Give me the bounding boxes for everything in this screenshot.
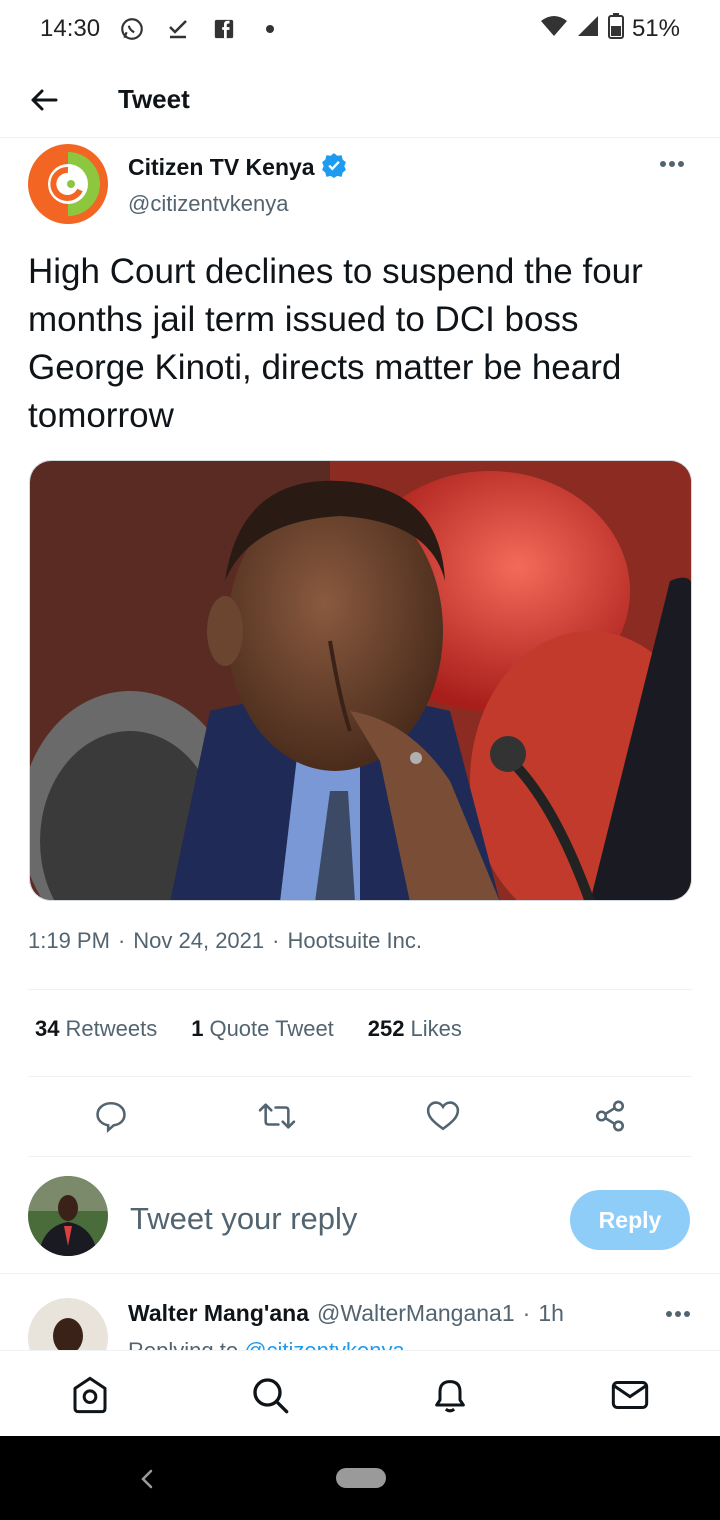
back-button[interactable] bbox=[14, 70, 74, 130]
retweet-action-button[interactable] bbox=[257, 1096, 297, 1136]
tweet-more-button[interactable] bbox=[652, 152, 692, 176]
user-avatar[interactable] bbox=[28, 1176, 108, 1256]
reply-action-button[interactable] bbox=[91, 1096, 131, 1136]
check-download-icon bbox=[164, 15, 192, 43]
reply-button[interactable]: Reply bbox=[570, 1190, 690, 1250]
retweets-stat[interactable]: 34 Retweets bbox=[35, 1016, 157, 1042]
stat-count: 252 bbox=[367, 1016, 405, 1041]
reply-bubble-icon bbox=[96, 1101, 126, 1133]
divider bbox=[28, 1156, 692, 1157]
author-name[interactable]: Citizen TV Kenya bbox=[128, 154, 315, 181]
more-dots-icon bbox=[666, 1311, 690, 1317]
nav-messages[interactable] bbox=[608, 1373, 652, 1417]
replying-to-context: Replying to @citizentvkenya bbox=[128, 1338, 405, 1350]
reply-composer: Reply bbox=[0, 1174, 720, 1274]
tweet-actions bbox=[0, 1096, 720, 1136]
tweet-time: 1:19 PM bbox=[28, 928, 110, 953]
reply-list-item[interactable]: Walter Mang'ana @WalterManganа1 · 1h Rep… bbox=[0, 1278, 720, 1350]
tweet-stats: 34 Retweets 1 Quote Tweet 252 Likes bbox=[35, 1016, 462, 1042]
replying-to-link[interactable]: @citizentvkenya bbox=[244, 1338, 405, 1350]
system-nav-bar bbox=[0, 1436, 720, 1520]
nav-search[interactable] bbox=[248, 1373, 292, 1417]
replying-to-label: Replying to bbox=[128, 1338, 238, 1350]
retweet-icon bbox=[258, 1103, 296, 1129]
reply-item-header: Walter Mang'ana @WalterManganа1 · 1h bbox=[128, 1300, 564, 1327]
mail-icon bbox=[611, 1381, 649, 1409]
home-icon bbox=[73, 1376, 107, 1414]
app-header: Tweet bbox=[0, 62, 720, 138]
reply-author-avatar[interactable] bbox=[28, 1298, 108, 1350]
stat-count: 1 bbox=[191, 1016, 204, 1041]
reply-author-handle[interactable]: @WalterManganа1 bbox=[317, 1300, 515, 1327]
reply-input[interactable] bbox=[130, 1196, 550, 1242]
nav-home[interactable] bbox=[68, 1373, 112, 1417]
status-right: 51% bbox=[540, 12, 680, 46]
facebook-icon bbox=[210, 15, 238, 43]
author-handle[interactable]: @citizentvkenya bbox=[128, 191, 347, 217]
stat-label: Likes bbox=[410, 1016, 462, 1041]
search-icon bbox=[253, 1378, 289, 1414]
meta-separator: · bbox=[272, 928, 280, 953]
author-text: Citizen TV Kenya @citizentvkenya bbox=[128, 144, 347, 226]
battery-percent: 51% bbox=[631, 15, 680, 42]
battery-icon bbox=[607, 12, 624, 46]
tweet-author: Citizen TV Kenya @citizentvkenya bbox=[28, 144, 692, 226]
heart-icon bbox=[426, 1101, 460, 1131]
reply-more-button[interactable] bbox=[658, 1302, 698, 1326]
meta-separator: · bbox=[117, 928, 126, 953]
reply-separator: · bbox=[522, 1300, 531, 1326]
author-avatar[interactable] bbox=[28, 144, 108, 224]
quote-tweets-stat[interactable]: 1 Quote Tweet bbox=[191, 1016, 334, 1042]
system-back-button[interactable] bbox=[132, 1464, 162, 1494]
status-bar: 14:30 51% bbox=[0, 0, 720, 58]
bottom-nav bbox=[0, 1350, 720, 1436]
nav-notifications[interactable] bbox=[428, 1373, 472, 1417]
chevron-left-icon bbox=[141, 1469, 153, 1489]
share-icon bbox=[595, 1100, 625, 1132]
tweet-image[interactable] bbox=[29, 460, 692, 901]
verified-badge-icon bbox=[321, 152, 347, 183]
status-left: 14:30 bbox=[40, 15, 284, 43]
back-arrow-icon bbox=[31, 89, 58, 110]
page-title: Tweet bbox=[118, 84, 190, 114]
more-dots-icon bbox=[660, 161, 684, 167]
dot-icon bbox=[256, 15, 284, 43]
status-time: 14:30 bbox=[40, 15, 101, 42]
whatsapp-icon bbox=[118, 15, 146, 43]
tweet-text: High Court declines to suspend the four … bbox=[28, 252, 643, 435]
wifi-icon bbox=[540, 14, 568, 45]
like-action-button[interactable] bbox=[423, 1096, 463, 1136]
signal-icon bbox=[576, 14, 600, 45]
share-action-button[interactable] bbox=[590, 1096, 630, 1136]
stat-count: 34 bbox=[35, 1016, 60, 1041]
divider bbox=[28, 1076, 692, 1077]
likes-stat[interactable]: 252 Likes bbox=[368, 1016, 462, 1042]
reply-author-name[interactable]: Walter Mang'ana bbox=[128, 1300, 309, 1327]
system-home-pill[interactable] bbox=[336, 1468, 386, 1488]
tweet-source[interactable]: Hootsuite Inc. bbox=[287, 928, 422, 954]
tweet-meta: 1:19 PM · Nov 24, 2021 · Hootsuite Inc. bbox=[28, 928, 422, 954]
stat-label: Quote Tweet bbox=[209, 1016, 334, 1041]
tweet-date: Nov 24, 2021 bbox=[133, 928, 265, 953]
reply-time: 1h bbox=[538, 1300, 564, 1326]
bell-icon bbox=[435, 1380, 465, 1413]
divider bbox=[28, 989, 692, 990]
stat-label: Retweets bbox=[65, 1016, 158, 1041]
